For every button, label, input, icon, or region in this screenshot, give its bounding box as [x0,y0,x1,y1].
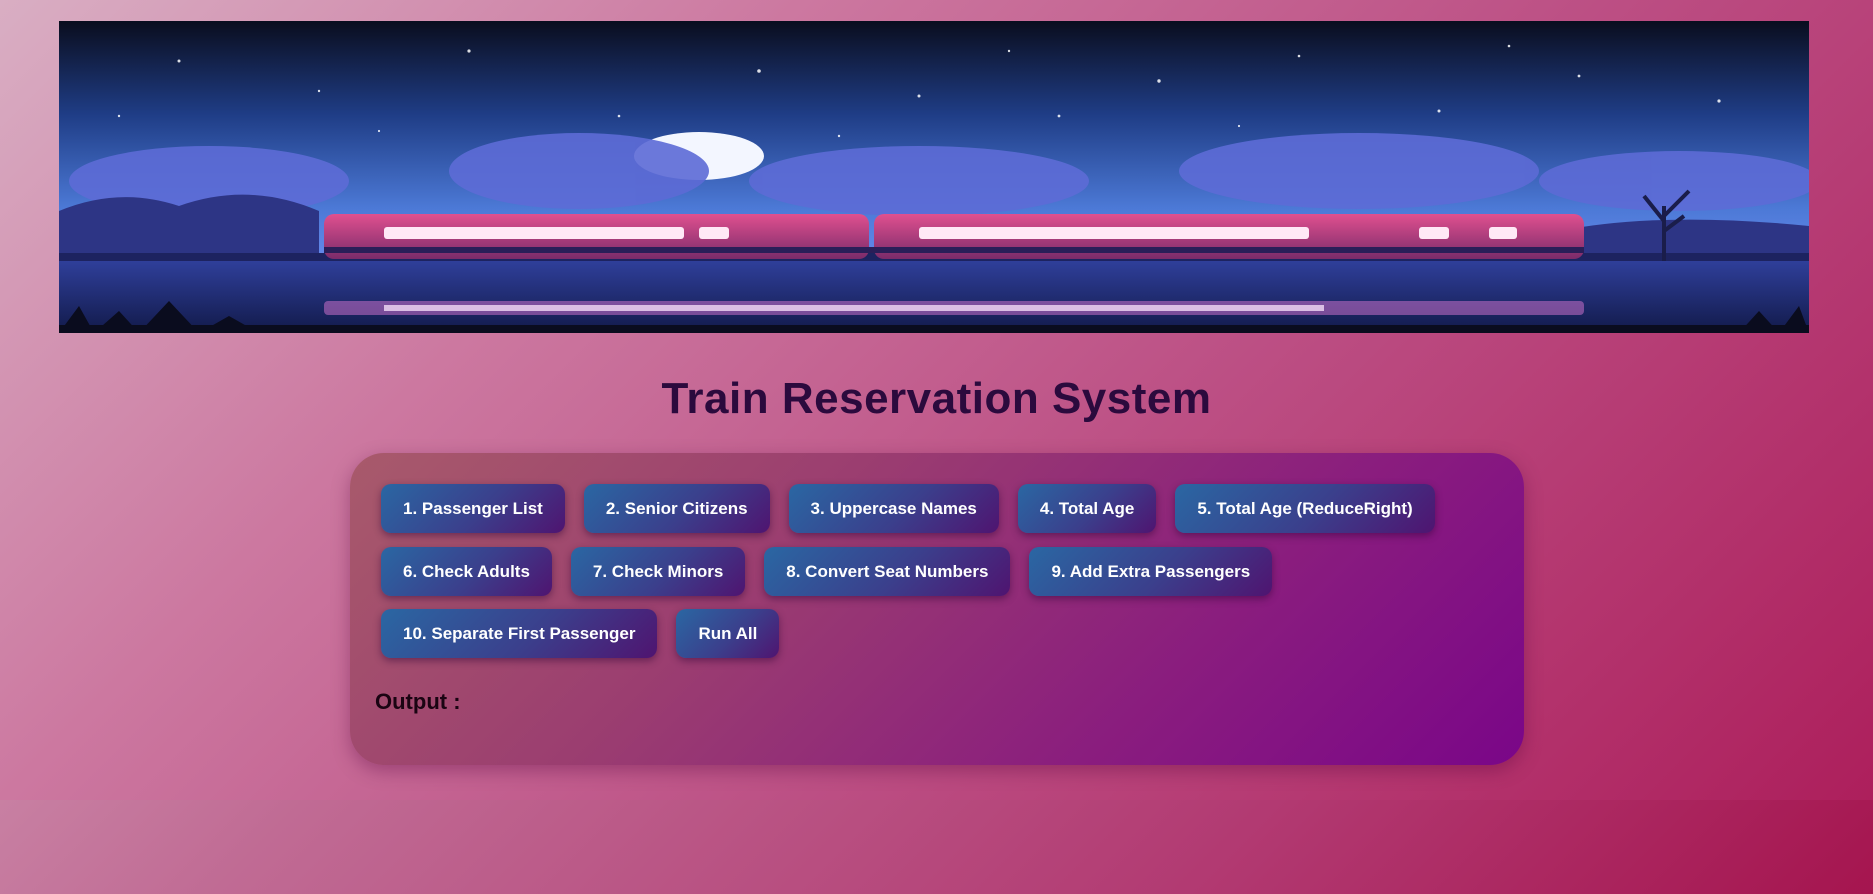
uppercase-names-button[interactable]: 3. Uppercase Names [788,484,999,533]
check-adults-button[interactable]: 6. Check Adults [381,547,552,596]
banner-image [59,21,1809,333]
total-age-reduceright-button[interactable]: 5. Total Age (ReduceRight) [1175,484,1435,533]
convert-seat-numbers-button[interactable]: 8. Convert Seat Numbers [764,547,1011,596]
button-row-1: 1. Passenger List 2. Senior Citizens 3. … [381,484,1435,533]
output-label: Output : [375,689,461,714]
button-row-3: 10. Separate First Passenger Run All [381,609,780,658]
total-age-button[interactable]: 4. Total Age [1017,484,1157,533]
button-row-2: 6. Check Adults 7. Check Minors 8. Conve… [381,547,1273,596]
passenger-list-button[interactable]: 1. Passenger List [381,484,565,533]
run-all-button[interactable]: Run All [676,609,780,658]
check-minors-button[interactable]: 7. Check Minors [570,547,746,596]
page-title: Train Reservation System [661,374,1212,423]
add-extra-passengers-button[interactable]: 9. Add Extra Passengers [1029,547,1273,596]
senior-citizens-button[interactable]: 2. Senior Citizens [583,484,770,533]
controls-panel: 1. Passenger List 2. Senior Citizens 3. … [350,453,1524,765]
separate-first-passenger-button[interactable]: 10. Separate First Passenger [381,609,658,658]
page-background: Train Reservation System 1. Passenger Li… [0,0,1873,800]
